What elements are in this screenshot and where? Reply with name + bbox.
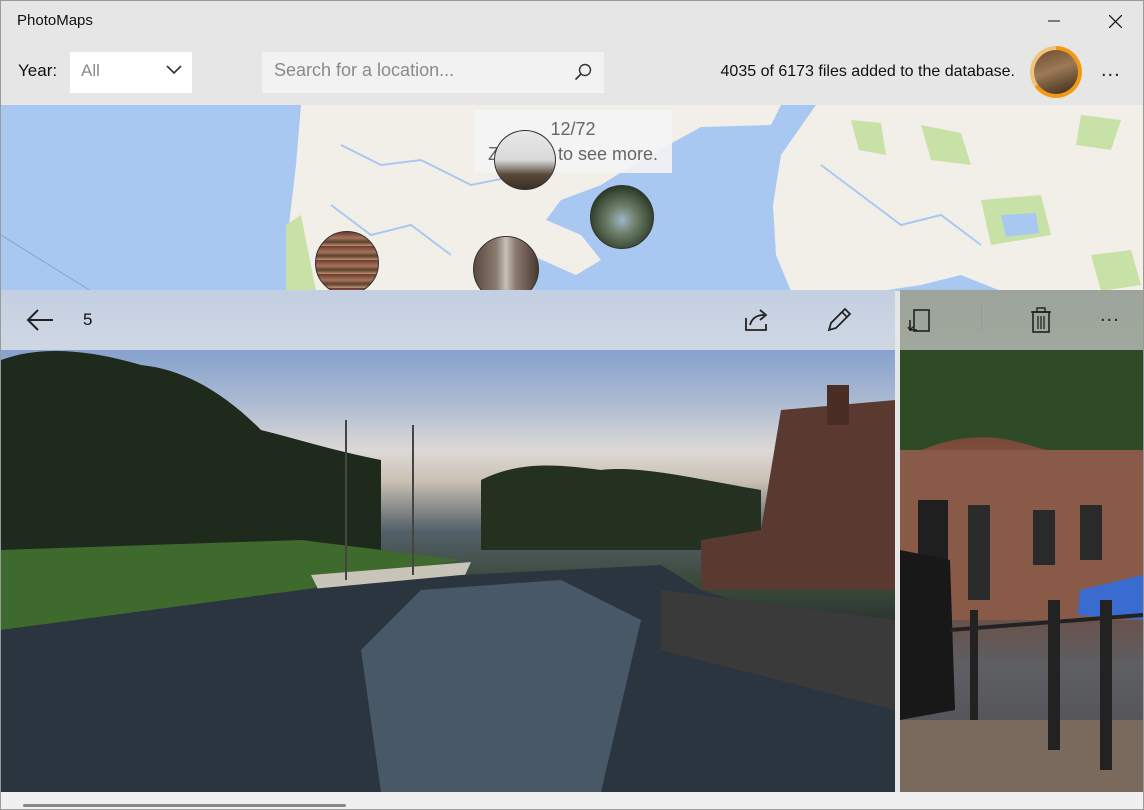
back-arrow-icon xyxy=(26,309,53,331)
more-options-button[interactable]: ... xyxy=(1101,59,1131,83)
lake-1 xyxy=(1001,213,1039,237)
share-button[interactable] xyxy=(739,302,775,338)
toolbar-divider xyxy=(981,304,982,330)
chevron-down-icon xyxy=(166,65,182,75)
map-photo-pin[interactable] xyxy=(590,185,654,249)
side-window xyxy=(1080,505,1102,560)
side-more-button[interactable]: ... xyxy=(1100,304,1120,327)
scrollbar-thumb[interactable] xyxy=(23,804,346,807)
viewer-command-bar: 5 xyxy=(1,290,895,350)
year-dropdown[interactable]: All xyxy=(70,52,192,93)
photomaps-window: PhotoMaps Year: All Search for a locatio… xyxy=(0,0,1144,810)
photo-viewer[interactable]: 5 xyxy=(1,290,895,792)
app-title: PhotoMaps xyxy=(17,12,93,29)
rotate-icon xyxy=(907,309,930,332)
search-placeholder: Search for a location... xyxy=(274,60,455,80)
year-label: Year: xyxy=(18,61,58,80)
close-icon xyxy=(1108,14,1122,28)
share-icon xyxy=(745,309,768,331)
next-photo-panel[interactable]: ... xyxy=(900,290,1143,792)
title-bar: PhotoMaps xyxy=(1,1,1143,41)
back-button[interactable] xyxy=(22,302,58,338)
avatar-image xyxy=(1034,50,1078,94)
edit-pencil-icon xyxy=(827,307,852,332)
church-tower xyxy=(827,385,849,425)
trash-icon xyxy=(1031,307,1051,333)
import-progress-avatar[interactable] xyxy=(1030,46,1082,98)
water-reflection xyxy=(361,580,641,792)
map-view[interactable]: 12/72 Zoom in to see more. xyxy=(1,105,1143,291)
edit-button[interactable] xyxy=(821,302,857,338)
side-door xyxy=(968,505,990,600)
database-status: 4035 of 6173 files added to the database… xyxy=(720,63,1015,80)
tree-line-left xyxy=(1,350,381,550)
delete-button[interactable] xyxy=(1023,302,1059,338)
rotate-button[interactable] xyxy=(902,302,938,338)
search-icon[interactable] xyxy=(574,63,592,81)
maximize-button[interactable] xyxy=(1027,1,1083,41)
side-tree xyxy=(900,350,1143,463)
year-dropdown-value: All xyxy=(81,61,100,80)
side-command-bar: ... xyxy=(900,290,1143,350)
road-1 xyxy=(1,234,92,291)
photo-canvas xyxy=(1,350,895,792)
side-car-black xyxy=(900,550,955,720)
map-photo-pin[interactable] xyxy=(315,231,379,291)
side-railing xyxy=(1100,600,1112,770)
search-input[interactable]: Search for a location... xyxy=(262,52,604,93)
toolbar: Year: All Search for a location... 4035 … xyxy=(1,41,1143,105)
close-button[interactable] xyxy=(1087,1,1143,41)
side-photo-canvas xyxy=(900,350,1143,792)
horizontal-scrollbar[interactable] xyxy=(1,792,1143,809)
map-photo-pin[interactable] xyxy=(494,130,556,190)
side-window xyxy=(1033,510,1055,565)
photo-index: 5 xyxy=(83,310,93,329)
